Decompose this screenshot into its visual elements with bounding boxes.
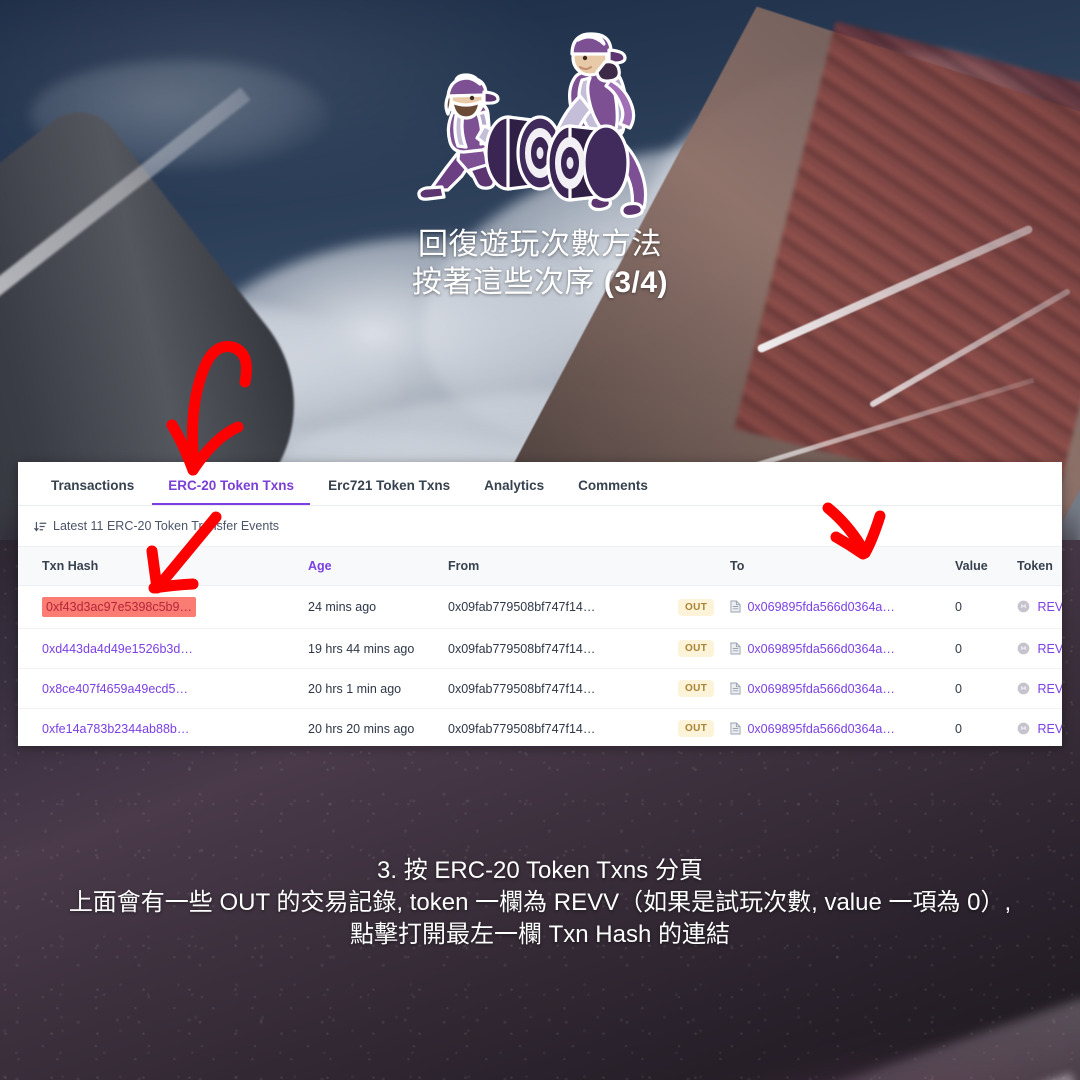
table-row: 0xfe14a783b2344ab88b… 20 hrs 20 mins ago… bbox=[18, 709, 1062, 747]
table-row: 0xd443da4d49e1526b3d… 19 hrs 44 mins ago… bbox=[18, 628, 1062, 669]
caption-line-1: 3. 按 ERC-20 Token Txns 分頁 bbox=[377, 857, 703, 884]
table-header: Txn Hash Age From To Value Token bbox=[18, 547, 1062, 586]
table-body: 0xf43d3ac97e5398c5b9… 24 mins ago 0x09fa… bbox=[18, 585, 1062, 747]
token-coin-icon bbox=[1017, 642, 1030, 655]
transfer-events-summary: Latest 11 ERC-20 Token Transfer Events bbox=[18, 506, 1062, 547]
cell-txn-hash: 0xf43d3ac97e5398c5b9… bbox=[18, 585, 308, 629]
cell-from: 0x09fab779508bf747f14… bbox=[448, 628, 678, 669]
column-header-direction bbox=[678, 547, 730, 586]
direction-badge-out: OUT bbox=[678, 680, 715, 697]
cell-from: 0x09fab779508bf747f14… bbox=[448, 585, 678, 629]
cell-direction: OUT bbox=[678, 628, 730, 669]
cell-from: 0x09fab779508bf747f14… bbox=[448, 668, 678, 709]
cell-age: 20 hrs 1 min ago bbox=[308, 668, 448, 709]
column-header-value[interactable]: Value bbox=[955, 547, 1017, 586]
column-header-age[interactable]: Age bbox=[308, 547, 448, 586]
direction-badge-out: OUT bbox=[678, 598, 715, 616]
to-address-link[interactable]: 0x069895fda566d0364a… bbox=[747, 642, 894, 656]
erc20-transfers-table: Txn Hash Age From To Value Token 0xf43d3… bbox=[18, 547, 1062, 746]
cell-age: 20 hrs 20 mins ago bbox=[308, 721, 415, 736]
token-link[interactable]: REVV (REVV) bbox=[1037, 722, 1062, 736]
txn-hash-link[interactable]: 0xfe14a783b2344ab88b… bbox=[42, 722, 189, 736]
cell-token: REVV (REVV) bbox=[1017, 585, 1062, 629]
heading-line-2-text: 按著這些次序 bbox=[411, 266, 604, 299]
cell-direction: OUT bbox=[678, 709, 730, 747]
caption-line-2: 上面會有一些 OUT 的交易記錄, token 一欄為 REVV（如果是試玩次數… bbox=[68, 889, 1012, 916]
heading-line-2: 按著這些次序 (3/4) bbox=[0, 266, 1080, 300]
txn-hash-link[interactable]: 0xd443da4d49e1526b3d… bbox=[42, 642, 193, 656]
token-link[interactable]: REVV (REVV) bbox=[1037, 682, 1062, 696]
tab-erc721-token-txns[interactable]: Erc721 Token Txns bbox=[311, 478, 467, 505]
from-address: 0x09fab779508bf747f14… bbox=[448, 721, 596, 736]
column-header-from[interactable]: From bbox=[448, 547, 678, 586]
tab-erc20-token-txns[interactable]: ERC-20 Token Txns bbox=[151, 478, 311, 505]
column-header-token[interactable]: Token bbox=[1017, 547, 1062, 586]
sort-descending-icon[interactable] bbox=[34, 520, 47, 533]
token-coin-icon bbox=[1017, 600, 1030, 613]
txn-hash-link[interactable]: 0x8ce407f4659a49ecd5… bbox=[42, 682, 188, 696]
cell-txn-hash: 0xd443da4d49e1526b3d… bbox=[18, 628, 308, 669]
mechanics-illustration bbox=[400, 18, 700, 219]
txn-hash-link-highlighted[interactable]: 0xf43d3ac97e5398c5b9… bbox=[42, 597, 196, 617]
token-link[interactable]: REVV (REVV) bbox=[1037, 600, 1062, 614]
contract-document-icon bbox=[730, 600, 741, 613]
cell-to: 0x069895fda566d0364a… bbox=[730, 585, 955, 629]
cell-to: 0x069895fda566d0364a… bbox=[730, 668, 955, 709]
from-address: 0x09fab779508bf747f14… bbox=[448, 641, 596, 656]
cell-from: 0x09fab779508bf747f14… bbox=[448, 709, 678, 747]
transfer-events-label: Latest 11 ERC-20 Token Transfer Events bbox=[53, 519, 280, 533]
cell-txn-hash: 0x8ce407f4659a49ecd5… bbox=[18, 668, 308, 709]
table-row: 0xf43d3ac97e5398c5b9… 24 mins ago 0x09fa… bbox=[18, 585, 1062, 629]
heading-line-1: 回復遊玩次數方法 bbox=[418, 228, 662, 261]
cell-age: 24 mins ago bbox=[308, 585, 448, 629]
to-address-link[interactable]: 0x069895fda566d0364a… bbox=[747, 600, 894, 614]
from-address: 0x09fab779508bf747f14… bbox=[448, 600, 596, 614]
cell-txn-hash: 0xfe14a783b2344ab88b… bbox=[18, 709, 308, 747]
cell-to: 0x069895fda566d0364a… bbox=[730, 709, 955, 747]
direction-badge-out: OUT bbox=[678, 640, 715, 657]
cell-value: 0 bbox=[955, 585, 1017, 629]
tab-comments[interactable]: Comments bbox=[561, 478, 665, 505]
to-address-link[interactable]: 0x069895fda566d0364a… bbox=[747, 682, 894, 696]
cell-value: 0 bbox=[955, 721, 962, 736]
tab-bar: Transactions ERC-20 Token Txns Erc721 To… bbox=[18, 462, 1062, 506]
from-address: 0x09fab779508bf747f14… bbox=[448, 681, 596, 696]
token-link[interactable]: REVV (REVV) bbox=[1037, 642, 1062, 656]
cell-token: REVV (REVV) bbox=[1017, 628, 1062, 669]
tab-analytics[interactable]: Analytics bbox=[467, 478, 561, 505]
to-address-link[interactable]: 0x069895fda566d0364a… bbox=[747, 722, 894, 736]
table-header-row: Txn Hash Age From To Value Token bbox=[18, 547, 1062, 586]
direction-badge-out: OUT bbox=[678, 720, 715, 737]
column-header-txn-hash[interactable]: Txn Hash bbox=[18, 547, 308, 586]
cell-direction: OUT bbox=[678, 668, 730, 709]
contract-document-icon bbox=[730, 642, 741, 655]
tab-transactions[interactable]: Transactions bbox=[34, 478, 151, 505]
token-coin-icon bbox=[1017, 682, 1030, 695]
cell-token: REVV (REVV) bbox=[1017, 668, 1062, 709]
cell-token: REVV (REVV) bbox=[1017, 709, 1062, 747]
etherscan-panel: Transactions ERC-20 Token Txns Erc721 To… bbox=[18, 462, 1062, 746]
cell-direction: OUT bbox=[678, 585, 730, 629]
contract-document-icon bbox=[730, 722, 741, 735]
table-row: 0x8ce407f4659a49ecd5… 20 hrs 1 min ago 0… bbox=[18, 668, 1062, 709]
instruction-caption: 3. 按 ERC-20 Token Txns 分頁 上面會有一些 OUT 的交易… bbox=[0, 855, 1080, 951]
cell-age: 19 hrs 44 mins ago bbox=[308, 628, 448, 669]
cell-to: 0x069895fda566d0364a… bbox=[730, 628, 955, 669]
page-heading: 回復遊玩次數方法 按著這些次序 (3/4) bbox=[0, 228, 1080, 300]
contract-document-icon bbox=[730, 682, 741, 695]
caption-line-3: 點擊打開最左一欄 Txn Hash 的連結 bbox=[349, 921, 731, 948]
column-header-to[interactable]: To bbox=[730, 547, 955, 586]
cell-value: 0 bbox=[955, 668, 1017, 709]
token-coin-icon bbox=[1017, 722, 1030, 735]
screenshot-root: 回復遊玩次數方法 按著這些次序 (3/4) Transactions ERC-2… bbox=[0, 0, 1080, 1080]
cell-value: 0 bbox=[955, 628, 1017, 669]
heading-step-counter: (3/4) bbox=[603, 266, 669, 299]
